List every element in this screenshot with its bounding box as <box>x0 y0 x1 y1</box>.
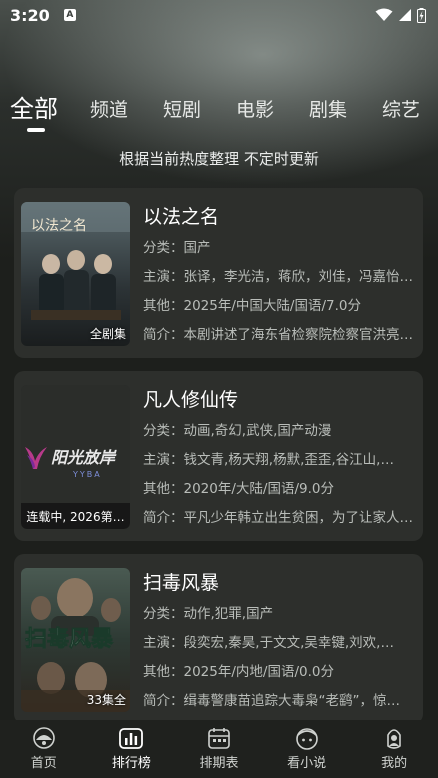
status-time: 3:20 <box>10 5 50 25</box>
bottom-navigation: 首页 排行榜 排期表 看小说 我的 <box>0 720 438 778</box>
profile-icon <box>387 729 401 749</box>
item-title: 凡人修仙传 <box>143 389 239 411</box>
item-cast: 主演：张译，李光洁，蒋欣，刘佳，冯嘉怡，… <box>143 269 416 285</box>
tab-all[interactable]: 全部 <box>10 89 58 124</box>
home-icon <box>32 727 55 749</box>
nav-novel-label: 看小说 <box>287 756 327 771</box>
active-tab-indicator <box>27 128 45 132</box>
calendar-icon <box>208 728 230 749</box>
item-other: 其他：2025年/中国大陆/国语/7.0分 <box>143 298 361 314</box>
tab-channel[interactable]: 频道 <box>90 95 128 122</box>
status-badge: 连载中, 2026第… <box>21 503 130 529</box>
item-cast: 主演：钱文青,杨天翔,杨默,歪歪,谷江山,… <box>143 452 394 468</box>
list-item[interactable]: 以法之名 全剧集 以法之名 分类：国产 主演：张译，李光洁，蒋欣，刘佳，冯嘉怡，… <box>14 188 423 358</box>
category-tabs: 全部 频道 短剧 电影 剧集 综艺 <box>0 88 438 134</box>
tab-series[interactable]: 剧集 <box>309 95 347 122</box>
item-title: 以法之名 <box>143 206 220 228</box>
novel-icon <box>295 728 318 750</box>
poster-image: 阳光放岸 YYBA 连载中, 2026第… <box>21 385 130 529</box>
nav-ranking[interactable]: 排行榜 <box>88 720 176 778</box>
nav-mine[interactable]: 我的 <box>350 720 438 778</box>
ranking-icon <box>119 728 144 749</box>
episode-badge: 全剧集 <box>89 327 126 341</box>
nav-mine-label: 我的 <box>381 756 408 771</box>
poster-logo-subtext: YYBA <box>72 470 102 479</box>
item-category: 分类：国产 <box>143 240 211 256</box>
nav-schedule-label: 排期表 <box>199 756 239 771</box>
poster-logo-text: 阳光放岸 <box>51 448 117 467</box>
tab-movie[interactable]: 电影 <box>236 95 274 122</box>
item-other: 其他：2020年/大陆/国语/9.0分 <box>143 481 334 497</box>
item-intro: 简介：平凡少年韩立出生贫困，为了让家人… <box>143 510 413 526</box>
poster-title: 以法之名 <box>31 218 87 234</box>
notification-a-icon: A <box>63 9 76 21</box>
tab-short-drama[interactable]: 短剧 <box>163 95 201 122</box>
nav-ranking-label: 排行榜 <box>111 756 151 771</box>
item-intro: 简介：缉毒警康苗追踪大毒枭“老鹞”，惊… <box>143 693 400 709</box>
item-title: 扫毒风暴 <box>143 572 220 594</box>
signal-icon <box>399 9 411 21</box>
item-other: 其他：2025年/内地/国语/0.0分 <box>143 664 334 680</box>
list-item[interactable]: 阳光放岸 YYBA 连载中, 2026第… 凡人修仙传 分类：动画,奇幻,武侠,… <box>14 371 423 541</box>
item-intro: 简介：本剧讲述了海东省检察院检察官洪亮… <box>143 327 413 343</box>
nav-novel[interactable]: 看小说 <box>263 720 351 778</box>
wifi-icon <box>375 8 393 21</box>
battery-icon <box>417 7 426 23</box>
item-cast: 主演：段奕宏,秦昊,于文文,吴幸键,刘欢,… <box>143 635 394 651</box>
tab-variety[interactable]: 综艺 <box>382 95 420 122</box>
poster-title: 扫毒风暴 <box>25 626 114 652</box>
nav-home[interactable]: 首页 <box>0 720 88 778</box>
list-item[interactable]: 扫毒风暴 33集全 扫毒风暴 分类：动作,犯罪,国产 主演：段奕宏,秦昊,于文文… <box>14 554 423 724</box>
ranking-subtitle: 根据当前热度整理 不定时更新 <box>119 150 319 168</box>
item-category: 分类：动作,犯罪,国产 <box>143 606 274 622</box>
episode-badge: 33集全 <box>86 693 126 707</box>
status-bar: 3:20 A <box>0 0 438 30</box>
poster-image: 扫毒风暴 33集全 <box>21 568 130 712</box>
poster-image: 以法之名 全剧集 <box>21 202 130 346</box>
nav-home-label: 首页 <box>30 756 57 771</box>
nav-schedule[interactable]: 排期表 <box>175 720 263 778</box>
item-category: 分类：动画,奇幻,武侠,国产动漫 <box>143 423 332 439</box>
